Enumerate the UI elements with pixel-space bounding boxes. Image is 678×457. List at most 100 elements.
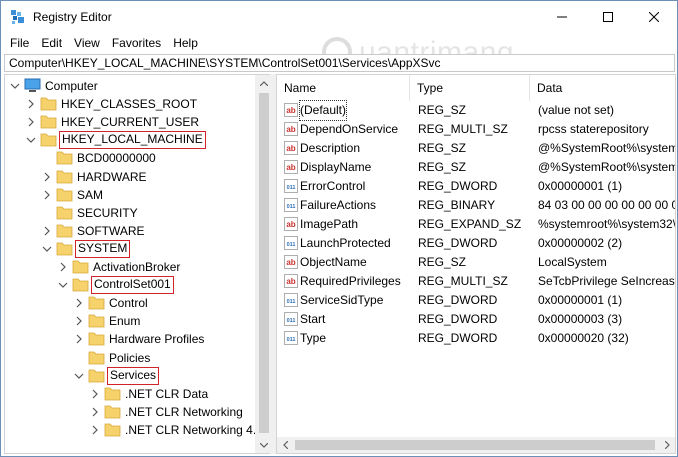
tree-item-net-clr-networking-4-0[interactable]: .NET CLR Networking 4.0 — [5, 421, 263, 439]
address-bar[interactable]: Computer\HKEY_LOCAL_MACHINE\SYSTEM\Contr… — [4, 54, 675, 72]
chevron-down-icon[interactable] — [26, 135, 36, 145]
value-row[interactable]: ab (Default) REG_SZ (value not set) — [277, 100, 675, 121]
scroll-right-button[interactable] — [659, 437, 675, 453]
value-row[interactable]: ab Description REG_SZ @%SystemRoot%\system3… — [277, 139, 675, 158]
tree-item-control[interactable]: Control — [5, 294, 255, 312]
tree-scroll-thumb[interactable] — [259, 93, 269, 433]
string-value-icon: ab — [284, 217, 298, 231]
values-horizontal-scrollbar[interactable] — [277, 437, 675, 453]
menu-file[interactable]: File — [4, 33, 35, 53]
column-header-type[interactable]: Type — [410, 75, 530, 101]
tree-item-hardware-profiles[interactable]: Hardware Profiles — [5, 330, 255, 348]
tree-item-bcd00000000[interactable]: BCD00000000 — [5, 149, 255, 167]
tree-item-activationbroker[interactable]: ActivationBroker — [5, 258, 255, 276]
tree-item-net-clr-networking[interactable]: .NET CLR Networking — [5, 403, 255, 421]
value-name: FailureActions — [300, 198, 377, 212]
chevron-right-icon[interactable] — [74, 316, 84, 326]
chevron-right-icon[interactable] — [90, 389, 100, 399]
svg-text:011: 011 — [287, 185, 296, 191]
string-value-icon: ab — [284, 141, 298, 155]
svg-text:011: 011 — [287, 242, 296, 248]
key-tree[interactable]: Computer HKEY_CLASSES_ROOT HKEY_CURRENT_US… — [4, 74, 270, 454]
column-header-data[interactable]: Data — [530, 75, 675, 101]
value-name: (Default) — [298, 100, 348, 121]
tree-item-policies[interactable]: Policies — [5, 349, 255, 367]
value-row[interactable]: 011 ServiceSidType REG_DWORD 0x00000001 (1) — [277, 291, 675, 310]
folder-icon — [56, 242, 73, 256]
tree-item-hkey-current-user[interactable]: HKEY_CURRENT_USER — [5, 113, 255, 131]
minimize-button[interactable] — [539, 1, 585, 33]
tree-item-hkey-local-machine[interactable]: HKEY_LOCAL_MACHINE — [5, 131, 255, 150]
value-type: REG_DWORD — [418, 331, 498, 345]
value-name: ImagePath — [300, 217, 359, 231]
value-data: @%SystemRoot%\system32\appxdeploymentser… — [538, 160, 675, 174]
value-data: @%SystemRoot%\system32\appxdeploymentser… — [538, 141, 675, 155]
tree-item-system[interactable]: SYSTEM — [5, 239, 255, 258]
value-row[interactable]: 011 ErrorControl REG_DWORD 0x00000001 (1) — [277, 177, 675, 196]
tree-item-security[interactable]: SECURITY — [5, 204, 255, 222]
tree-item-label: ActivationBroker — [93, 260, 181, 274]
chevron-right-icon[interactable] — [42, 226, 52, 236]
binary-value-icon: 011 — [284, 293, 298, 307]
chevron-right-icon[interactable] — [90, 425, 100, 435]
close-button[interactable] — [631, 1, 677, 33]
column-header-name[interactable]: Name — [277, 75, 410, 101]
tree-item-enum[interactable]: Enum — [5, 312, 255, 330]
value-row[interactable]: ab DisplayName REG_SZ @%SystemRoot%\system3… — [277, 158, 675, 177]
chevron-right-icon[interactable] — [58, 262, 68, 272]
chevron-down-icon[interactable] — [42, 244, 52, 254]
value-row[interactable]: 011 Start REG_DWORD 0x00000003 (3) — [277, 310, 675, 329]
value-data: LocalSystem — [538, 255, 607, 269]
chevron-right-icon[interactable] — [42, 190, 52, 200]
folder-icon — [56, 170, 73, 183]
tree-item-hardware[interactable]: HARDWARE — [5, 168, 255, 186]
value-row[interactable]: ab ObjectName REG_SZ LocalSystem — [277, 253, 675, 272]
value-row[interactable]: 011 FailureActions REG_BINARY 84 03 00 00 0… — [277, 196, 675, 215]
computer-icon — [24, 78, 41, 92]
menu-help[interactable]: Help — [167, 33, 204, 53]
menu-favorites[interactable]: Favorites — [106, 33, 167, 53]
tree-item-label: SECURITY — [77, 205, 138, 220]
menu-edit[interactable]: Edit — [35, 33, 68, 53]
folder-icon — [88, 351, 105, 364]
chevron-right-icon[interactable] — [90, 407, 100, 417]
tree-item-hkey-classes-root[interactable]: HKEY_CLASSES_ROOT — [5, 95, 255, 113]
chevron-right-icon[interactable] — [26, 99, 36, 109]
tree-item-sam[interactable]: SAM — [5, 186, 255, 204]
value-row[interactable]: ab RequiredPrivileges REG_MULTI_SZ SeTcbPri… — [277, 272, 675, 291]
value-row[interactable]: 011 Type REG_DWORD 0x00000020 (32) — [277, 329, 675, 348]
value-name: ErrorControl — [300, 179, 366, 193]
chevron-right-icon[interactable] — [74, 334, 84, 344]
chevron-down-icon[interactable] — [74, 371, 84, 381]
tree-item-controlset001[interactable]: ControlSet001 — [5, 276, 255, 295]
values-scroll-thumb[interactable] — [295, 440, 655, 450]
folder-icon — [56, 188, 73, 201]
scroll-left-button[interactable] — [277, 437, 293, 453]
chevron-down-icon[interactable] — [58, 280, 68, 290]
value-type: REG_DWORD — [418, 236, 498, 250]
chevron-down-icon[interactable] — [10, 81, 20, 91]
title-bar[interactable]: Registry Editor — [1, 1, 677, 33]
value-list[interactable]: Name Type Data ab (Default) REG_SZ (value n… — [276, 74, 676, 454]
tree-item-net-clr-data[interactable]: .NET CLR Data — [5, 385, 255, 403]
tree-item-services[interactable]: Services — [5, 366, 255, 385]
chevron-down-icon — [260, 442, 268, 448]
tree-item-software[interactable]: SOFTWARE — [5, 222, 255, 240]
value-row[interactable]: ab ImagePath REG_EXPAND_SZ %systemroot%\sys… — [277, 215, 675, 234]
chevron-right-icon[interactable] — [74, 298, 84, 308]
folder-icon — [88, 314, 105, 328]
scroll-down-button[interactable] — [256, 437, 270, 453]
value-row[interactable]: ab DependOnService REG_MULTI_SZ rpcss state… — [277, 120, 675, 139]
maximize-button[interactable] — [585, 1, 631, 33]
tree-item-label: .NET CLR Networking 4.0 — [125, 422, 263, 437]
tree-item-label: Policies — [109, 350, 151, 365]
menu-view[interactable]: View — [68, 33, 106, 53]
chevron-right-icon[interactable] — [42, 172, 52, 182]
chevron-right-icon[interactable] — [26, 117, 36, 127]
scroll-up-button[interactable] — [256, 75, 270, 91]
tree-item-computer[interactable]: Computer — [5, 77, 255, 95]
tree-vertical-scrollbar[interactable] — [255, 75, 270, 453]
binary-value-icon: 011 — [284, 331, 298, 345]
value-row[interactable]: 011 LaunchProtected REG_DWORD 0x00000002 (2… — [277, 234, 675, 253]
binary-value-icon: 011 — [284, 312, 298, 326]
